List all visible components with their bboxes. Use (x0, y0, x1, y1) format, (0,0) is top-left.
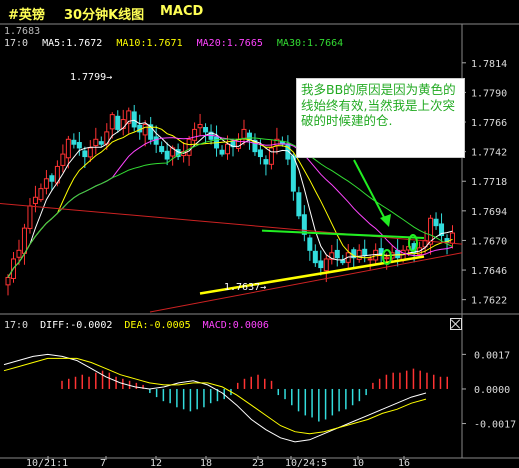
candle-body (43, 178, 49, 189)
annotation-box: 我多BB的原因是因为黄色的线始终有效,当然我是上次突破的时候建的仓. (296, 78, 465, 158)
x-tick-label: 10/24:5 (285, 458, 327, 468)
price-tick-label: 1.7670 (471, 236, 507, 247)
price-tick-label: 1.7694 (471, 207, 507, 218)
low-price-callout: 1.7637→ (224, 282, 266, 293)
candle-body (219, 149, 225, 155)
red-resistance-trendline (0, 202, 463, 245)
candle-body (241, 128, 247, 139)
candle-body (395, 249, 401, 259)
candle-body (115, 115, 121, 130)
candle-body (21, 227, 27, 254)
candle-body (71, 139, 77, 145)
candle-body (225, 143, 231, 155)
dea-label: DEA:-0.0005 (124, 320, 191, 331)
kline-chart-canvas: 1.7814 1.7790 1.7766 1.7742 1.7718 1.7694 1.76… (0, 23, 519, 468)
annotation-arrow-shaft (353, 159, 387, 222)
candle-body (318, 260, 324, 269)
candle-body (340, 259, 346, 264)
candle-body (93, 138, 99, 147)
price-tick-label: 1.7646 (471, 266, 507, 277)
price-tick-label: 1.7718 (471, 177, 507, 188)
x-tick-label: 10/21:1 (26, 458, 68, 468)
candle-body (164, 150, 170, 160)
candle-body (159, 146, 165, 153)
candle-body (197, 123, 203, 129)
candle-body (82, 150, 88, 158)
candle-body (367, 258, 373, 261)
candle-body (109, 114, 115, 130)
candle-body (384, 257, 390, 260)
candle-body (49, 175, 55, 182)
price-tick-label: 1.7766 (471, 118, 507, 129)
candle-body (131, 111, 137, 128)
candle-body (362, 248, 368, 256)
annotation-arrow-head (380, 214, 391, 227)
macd-tick-label: -0.0017 (474, 420, 516, 431)
candle-body (60, 153, 66, 166)
candle-body (65, 138, 71, 159)
high-price-callout: 1.7799→ (70, 72, 112, 83)
candle-body (186, 138, 192, 156)
candle-body (203, 127, 209, 133)
candle-body (98, 141, 104, 145)
green-neckline (261, 229, 425, 239)
x-tick-label: 10 (352, 458, 364, 468)
candle-body (312, 250, 318, 264)
red-support-trendline (149, 252, 463, 313)
candle-body (450, 232, 456, 244)
candle-body (16, 249, 22, 258)
candle-body (32, 196, 38, 205)
candle-body (433, 218, 439, 227)
candle-body (334, 249, 340, 259)
macd-header: 17:0 DIFF:-0.0002 DEA:-0.0005 MACD:0.000… (4, 320, 275, 331)
candle-body (323, 258, 329, 272)
x-tick-label: 16 (398, 458, 410, 468)
x-tick-label: 18 (200, 458, 212, 468)
x-tick-label: 12 (150, 458, 162, 468)
price-tick-label: 1.7790 (471, 88, 507, 99)
candle-body (142, 123, 148, 136)
price-tick-label: 1.7814 (471, 59, 507, 70)
close-indicator-button[interactable] (450, 318, 462, 330)
candle-body (38, 188, 44, 201)
candle-body (5, 276, 11, 286)
candle-body (296, 192, 302, 217)
macd-tick-label: 0.0017 (474, 350, 510, 361)
candle-body (290, 155, 296, 192)
candle-body (257, 149, 263, 158)
candle-body (356, 249, 362, 260)
candle-body (76, 142, 82, 149)
diff-label: DIFF:-0.0002 (40, 320, 113, 331)
macd-label: MACD:0.0006 (202, 320, 269, 331)
annotation-text: 我多BB的原因是因为黄色的线始终有效,当然我是上次突破的时候建的仓. (301, 82, 456, 128)
candle-body (87, 147, 93, 158)
candle-body (307, 237, 313, 251)
candle-body (192, 128, 198, 141)
diff-line (3, 353, 427, 443)
macd-time: 17:0 (4, 320, 29, 331)
x-tick-label: 7 (100, 458, 106, 468)
price-tick-label: 1.7622 (471, 296, 507, 307)
macd-tick-label: 0.0000 (474, 385, 510, 396)
candle-body (27, 205, 33, 229)
candle-body (263, 159, 269, 165)
ma30-line (7, 137, 453, 278)
candle-body (301, 214, 307, 235)
x-tick-label: 23 (252, 458, 264, 468)
price-tick-label: 1.7742 (471, 148, 507, 159)
dea-line (3, 357, 427, 435)
